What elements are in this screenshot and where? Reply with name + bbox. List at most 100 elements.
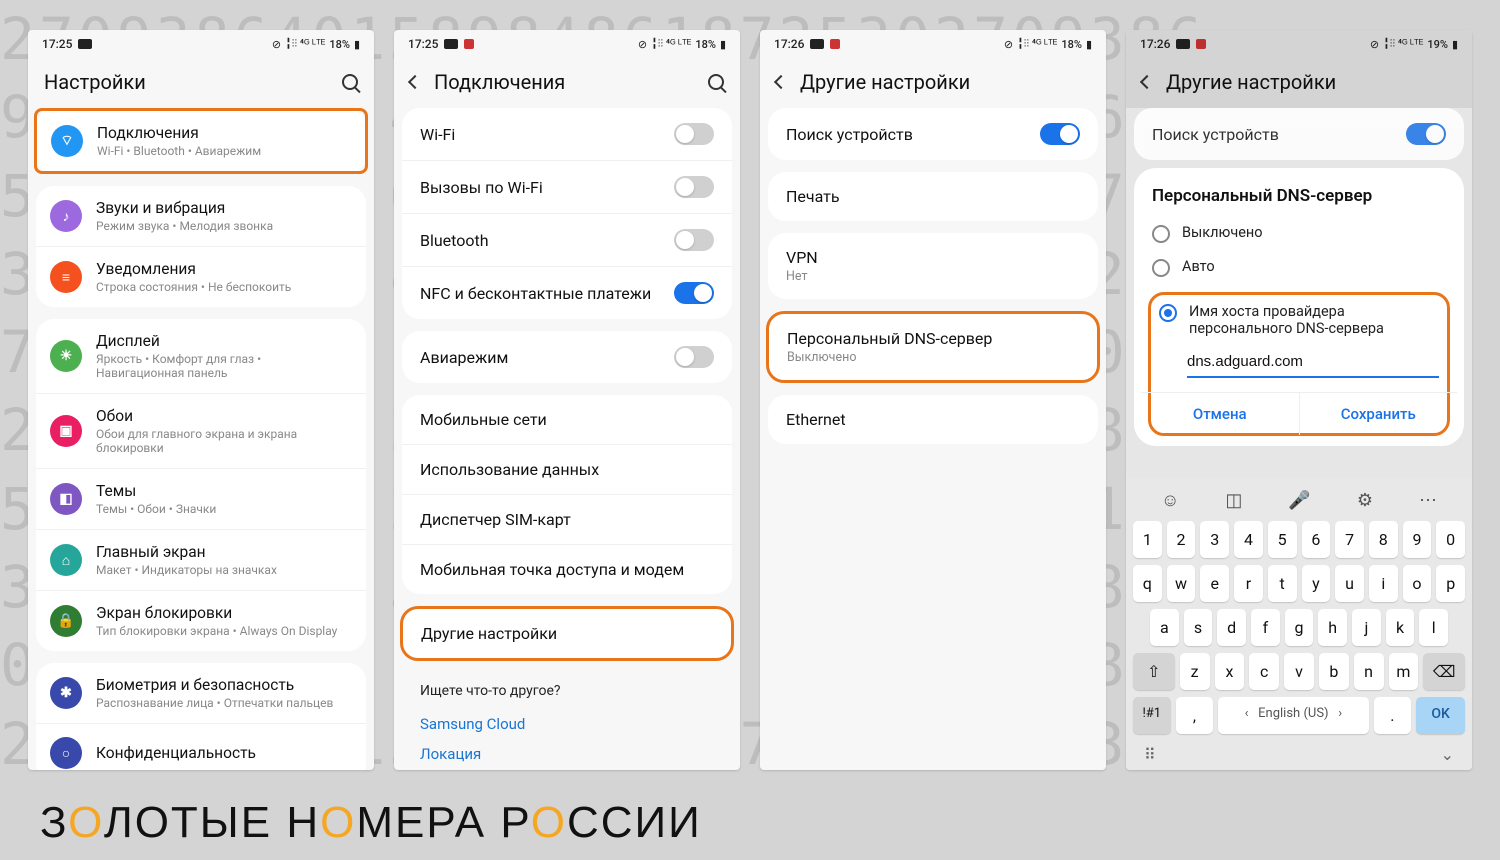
key[interactable]: r: [1234, 565, 1263, 602]
comma-key[interactable]: ,: [1176, 697, 1214, 734]
key[interactable]: a: [1150, 609, 1179, 646]
suggestion-link[interactable]: Samsung Cloud: [420, 709, 714, 739]
back-icon[interactable]: [1140, 75, 1154, 89]
radio-hostname[interactable]: Имя хоста провайдера персонального DNS-с…: [1159, 303, 1439, 337]
cancel-button[interactable]: Отмена: [1141, 393, 1299, 435]
backspace-key[interactable]: ⌫: [1423, 653, 1465, 690]
toggle[interactable]: [674, 229, 714, 251]
status-bar: 17:25 ⊘╏⫶⫶ ⁴ᴳ ᴸᵀᴱ18%▮: [28, 30, 374, 58]
page-title: Подключения: [434, 70, 708, 94]
key[interactable]: n: [1354, 653, 1384, 690]
toggle[interactable]: [674, 346, 714, 368]
more-settings-row[interactable]: Персональный DNS-серверВыключено: [769, 314, 1097, 380]
dns-hostname-input[interactable]: [1187, 349, 1439, 378]
key[interactable]: 2: [1167, 521, 1196, 558]
settings-row[interactable]: ▣ ОбоиОбои для главного экрана и экрана …: [36, 393, 366, 468]
key[interactable]: 7: [1335, 521, 1364, 558]
connections-row[interactable]: Использование данных: [402, 444, 732, 494]
key[interactable]: w: [1167, 565, 1196, 602]
key[interactable]: e: [1200, 565, 1229, 602]
mic-icon[interactable]: 🎤: [1288, 490, 1310, 511]
key[interactable]: m: [1389, 653, 1419, 690]
settings-row[interactable]: ⌂ Главный экранМакет • Индикаторы на зна…: [36, 529, 366, 590]
settings-icon[interactable]: ⚙: [1357, 490, 1373, 511]
shift-key[interactable]: ⇧: [1133, 653, 1175, 690]
settings-row[interactable]: ◧ ТемыТемы • Обои • Значки: [36, 468, 366, 529]
suggestion-link[interactable]: Локация: [420, 739, 714, 769]
settings-row[interactable]: ♪ Звуки и вибрацияРежим звука • Мелодия …: [36, 186, 366, 246]
dot-key[interactable]: .: [1374, 697, 1412, 734]
settings-row[interactable]: ○ Конфиденциальность: [36, 723, 366, 770]
key[interactable]: t: [1268, 565, 1297, 602]
key[interactable]: s: [1184, 609, 1213, 646]
emoji-icon[interactable]: ☺: [1161, 490, 1179, 511]
key[interactable]: i: [1369, 565, 1398, 602]
key[interactable]: v: [1284, 653, 1314, 690]
space-key[interactable]: ‹ English (US) ›: [1218, 697, 1368, 734]
key[interactable]: z: [1180, 653, 1210, 690]
toggle[interactable]: [674, 123, 714, 145]
key[interactable]: h: [1318, 609, 1347, 646]
settings-row[interactable]: 🔒 Экран блокировкиТип блокировки экрана …: [36, 590, 366, 651]
key[interactable]: 4: [1234, 521, 1263, 558]
key[interactable]: x: [1215, 653, 1245, 690]
key[interactable]: f: [1251, 609, 1280, 646]
keyboard-collapse-icon[interactable]: ⠿: [1144, 745, 1156, 764]
connections-row[interactable]: Авиарежим: [402, 331, 732, 383]
page-title: Другие настройки: [1166, 70, 1456, 94]
connections-row[interactable]: Мобильные сети: [402, 395, 732, 444]
key[interactable]: 6: [1302, 521, 1331, 558]
toggle[interactable]: [1040, 123, 1080, 145]
key[interactable]: l: [1419, 609, 1448, 646]
key[interactable]: 8: [1369, 521, 1398, 558]
toggle[interactable]: [674, 176, 714, 198]
ok-key[interactable]: OK: [1416, 697, 1465, 734]
toggle[interactable]: [674, 282, 714, 304]
back-icon[interactable]: [408, 75, 422, 89]
connections-row[interactable]: Вызовы по Wi-Fi: [402, 160, 732, 213]
radio-off[interactable]: Выключено: [1152, 224, 1446, 242]
more-settings-row[interactable]: VPNНет: [768, 233, 1098, 299]
key[interactable]: q: [1133, 565, 1162, 602]
key[interactable]: 5: [1268, 521, 1297, 558]
settings-row[interactable]: ⌔ ПодключенияWi-Fi • Bluetooth • Авиареж…: [34, 108, 368, 174]
sticker-icon[interactable]: ◫: [1225, 490, 1242, 511]
settings-row[interactable]: ☀ ДисплейЯркость • Комфорт для глаз • На…: [36, 319, 366, 393]
more-settings-row[interactable]: Другие настройки: [403, 609, 731, 658]
connections-row[interactable]: Диспетчер SIM-карт: [402, 494, 732, 544]
connections-row[interactable]: Bluetooth: [402, 213, 732, 266]
key[interactable]: g: [1285, 609, 1314, 646]
save-button[interactable]: Сохранить: [1299, 393, 1458, 435]
more-settings-row[interactable]: Ethernet: [768, 395, 1098, 444]
suggestion-link[interactable]: Android Auto: [420, 769, 714, 770]
back-icon[interactable]: [774, 75, 788, 89]
more-settings-row[interactable]: Поиск устройств: [768, 108, 1098, 160]
key[interactable]: y: [1302, 565, 1331, 602]
connections-row[interactable]: NFC и бесконтактные платежи: [402, 266, 732, 319]
row-device-search[interactable]: Поиск устройств: [1134, 108, 1464, 160]
key[interactable]: p: [1436, 565, 1465, 602]
key[interactable]: 1: [1133, 521, 1162, 558]
more-icon[interactable]: ⋯: [1419, 490, 1437, 511]
key[interactable]: d: [1217, 609, 1246, 646]
settings-row[interactable]: ✱ Биометрия и безопасностьРаспознавание …: [36, 663, 366, 723]
key[interactable]: c: [1249, 653, 1279, 690]
key[interactable]: k: [1386, 609, 1415, 646]
toggle[interactable]: [1406, 123, 1446, 145]
key[interactable]: 3: [1200, 521, 1229, 558]
key[interactable]: b: [1319, 653, 1349, 690]
keyboard-expand-icon[interactable]: ⌄: [1441, 745, 1454, 764]
radio-auto[interactable]: Авто: [1152, 258, 1446, 276]
more-settings-row[interactable]: Печать: [768, 172, 1098, 221]
symbols-key[interactable]: !#1: [1133, 697, 1171, 734]
key[interactable]: 0: [1436, 521, 1465, 558]
connections-row[interactable]: Мобильная точка доступа и модем: [402, 544, 732, 594]
search-icon[interactable]: [342, 74, 358, 90]
key[interactable]: u: [1335, 565, 1364, 602]
search-icon[interactable]: [708, 74, 724, 90]
connections-row[interactable]: Wi-Fi: [402, 108, 732, 160]
key[interactable]: o: [1403, 565, 1432, 602]
key[interactable]: j: [1352, 609, 1381, 646]
key[interactable]: 9: [1403, 521, 1432, 558]
settings-row[interactable]: ≡ УведомленияСтрока состояния • Не беспо…: [36, 246, 366, 307]
